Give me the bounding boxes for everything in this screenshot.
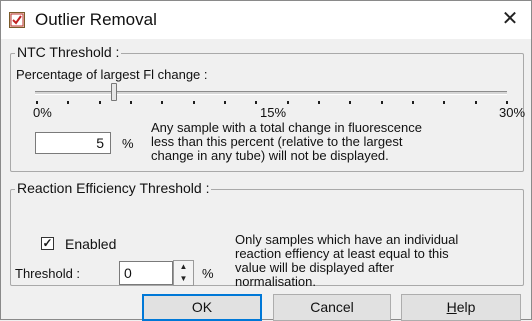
percentage-slider-track[interactable] [35, 91, 507, 95]
window-title: Outlier Removal [35, 10, 157, 29]
slider-tick [36, 101, 38, 104]
spin-up-icon[interactable]: ▲ [174, 261, 193, 273]
ntc-percent-input[interactable]: 5 [35, 132, 111, 154]
enabled-checkbox[interactable]: ✓ [41, 237, 54, 250]
slider-tick [98, 101, 101, 104]
cancel-button[interactable]: Cancel [273, 294, 391, 321]
threshold-value: 0 [124, 265, 132, 281]
slider-tick [443, 101, 446, 104]
threshold-input[interactable]: 0 [119, 261, 173, 285]
efficiency-description: Only samples which have an individual re… [235, 233, 458, 289]
ntc-description: Any sample with a total change in fluore… [151, 121, 422, 163]
help-label: elp [456, 299, 476, 315]
ntc-percent-value: 5 [96, 135, 104, 151]
slider-tick [255, 101, 258, 104]
slider-tick [67, 101, 70, 104]
slider-tick [161, 101, 164, 104]
threshold-unit: % [202, 266, 214, 281]
slider-tick [286, 101, 289, 104]
tick-label-mid: 15% [260, 105, 287, 120]
ok-button[interactable]: OK [142, 294, 262, 321]
slider-tick [412, 101, 414, 104]
efficiency-description-line: reaction effiency at least equal to this [235, 246, 449, 261]
slider-tick [474, 101, 477, 104]
slider-tick [506, 101, 508, 104]
slider-tick [224, 101, 226, 104]
enabled-label[interactable]: Enabled [65, 236, 116, 252]
efficiency-description-line: value will be displayed after [235, 260, 394, 275]
slider-tick [349, 101, 352, 104]
percentage-slider-thumb[interactable] [111, 83, 118, 101]
ntc-threshold-legend: NTC Threshold : [15, 44, 122, 60]
ntc-description-line: less than this percent (relative to the … [151, 134, 403, 149]
threshold-spinner[interactable]: ▲ ▼ [173, 260, 194, 286]
checkmark-icon: ✓ [42, 236, 53, 250]
reaction-efficiency-legend: Reaction Efficiency Threshold : [15, 180, 212, 196]
tick-label-max: 30% [499, 105, 526, 120]
ntc-percent-unit: % [122, 136, 134, 151]
tick-label-min: 0% [33, 105, 52, 120]
threshold-label: Threshold : [15, 266, 81, 281]
slider-tick [318, 101, 320, 104]
title-bar[interactable]: Outlier Removal ✕ [1, 1, 531, 39]
spin-down-icon[interactable]: ▼ [174, 273, 193, 285]
help-button[interactable]: Help [401, 294, 521, 321]
ntc-description-line: Any sample with a total change in fluore… [151, 120, 422, 135]
outlier-removal-dialog: Outlier Removal ✕ NTC Threshold : Percen… [0, 0, 532, 321]
slider-label: Percentage of largest Fl change : [16, 67, 208, 82]
slider-tick [130, 101, 132, 104]
app-dialog-icon [9, 12, 25, 28]
slider-tick [192, 101, 195, 104]
efficiency-description-line: normalisation. [235, 274, 316, 289]
ntc-description-line: change in any tube) will not be displaye… [151, 148, 389, 163]
help-mnemonic: H [446, 299, 457, 315]
efficiency-description-line: Only samples which have an individual [235, 232, 459, 247]
close-icon[interactable]: ✕ [499, 8, 521, 30]
slider-tick [380, 101, 383, 104]
